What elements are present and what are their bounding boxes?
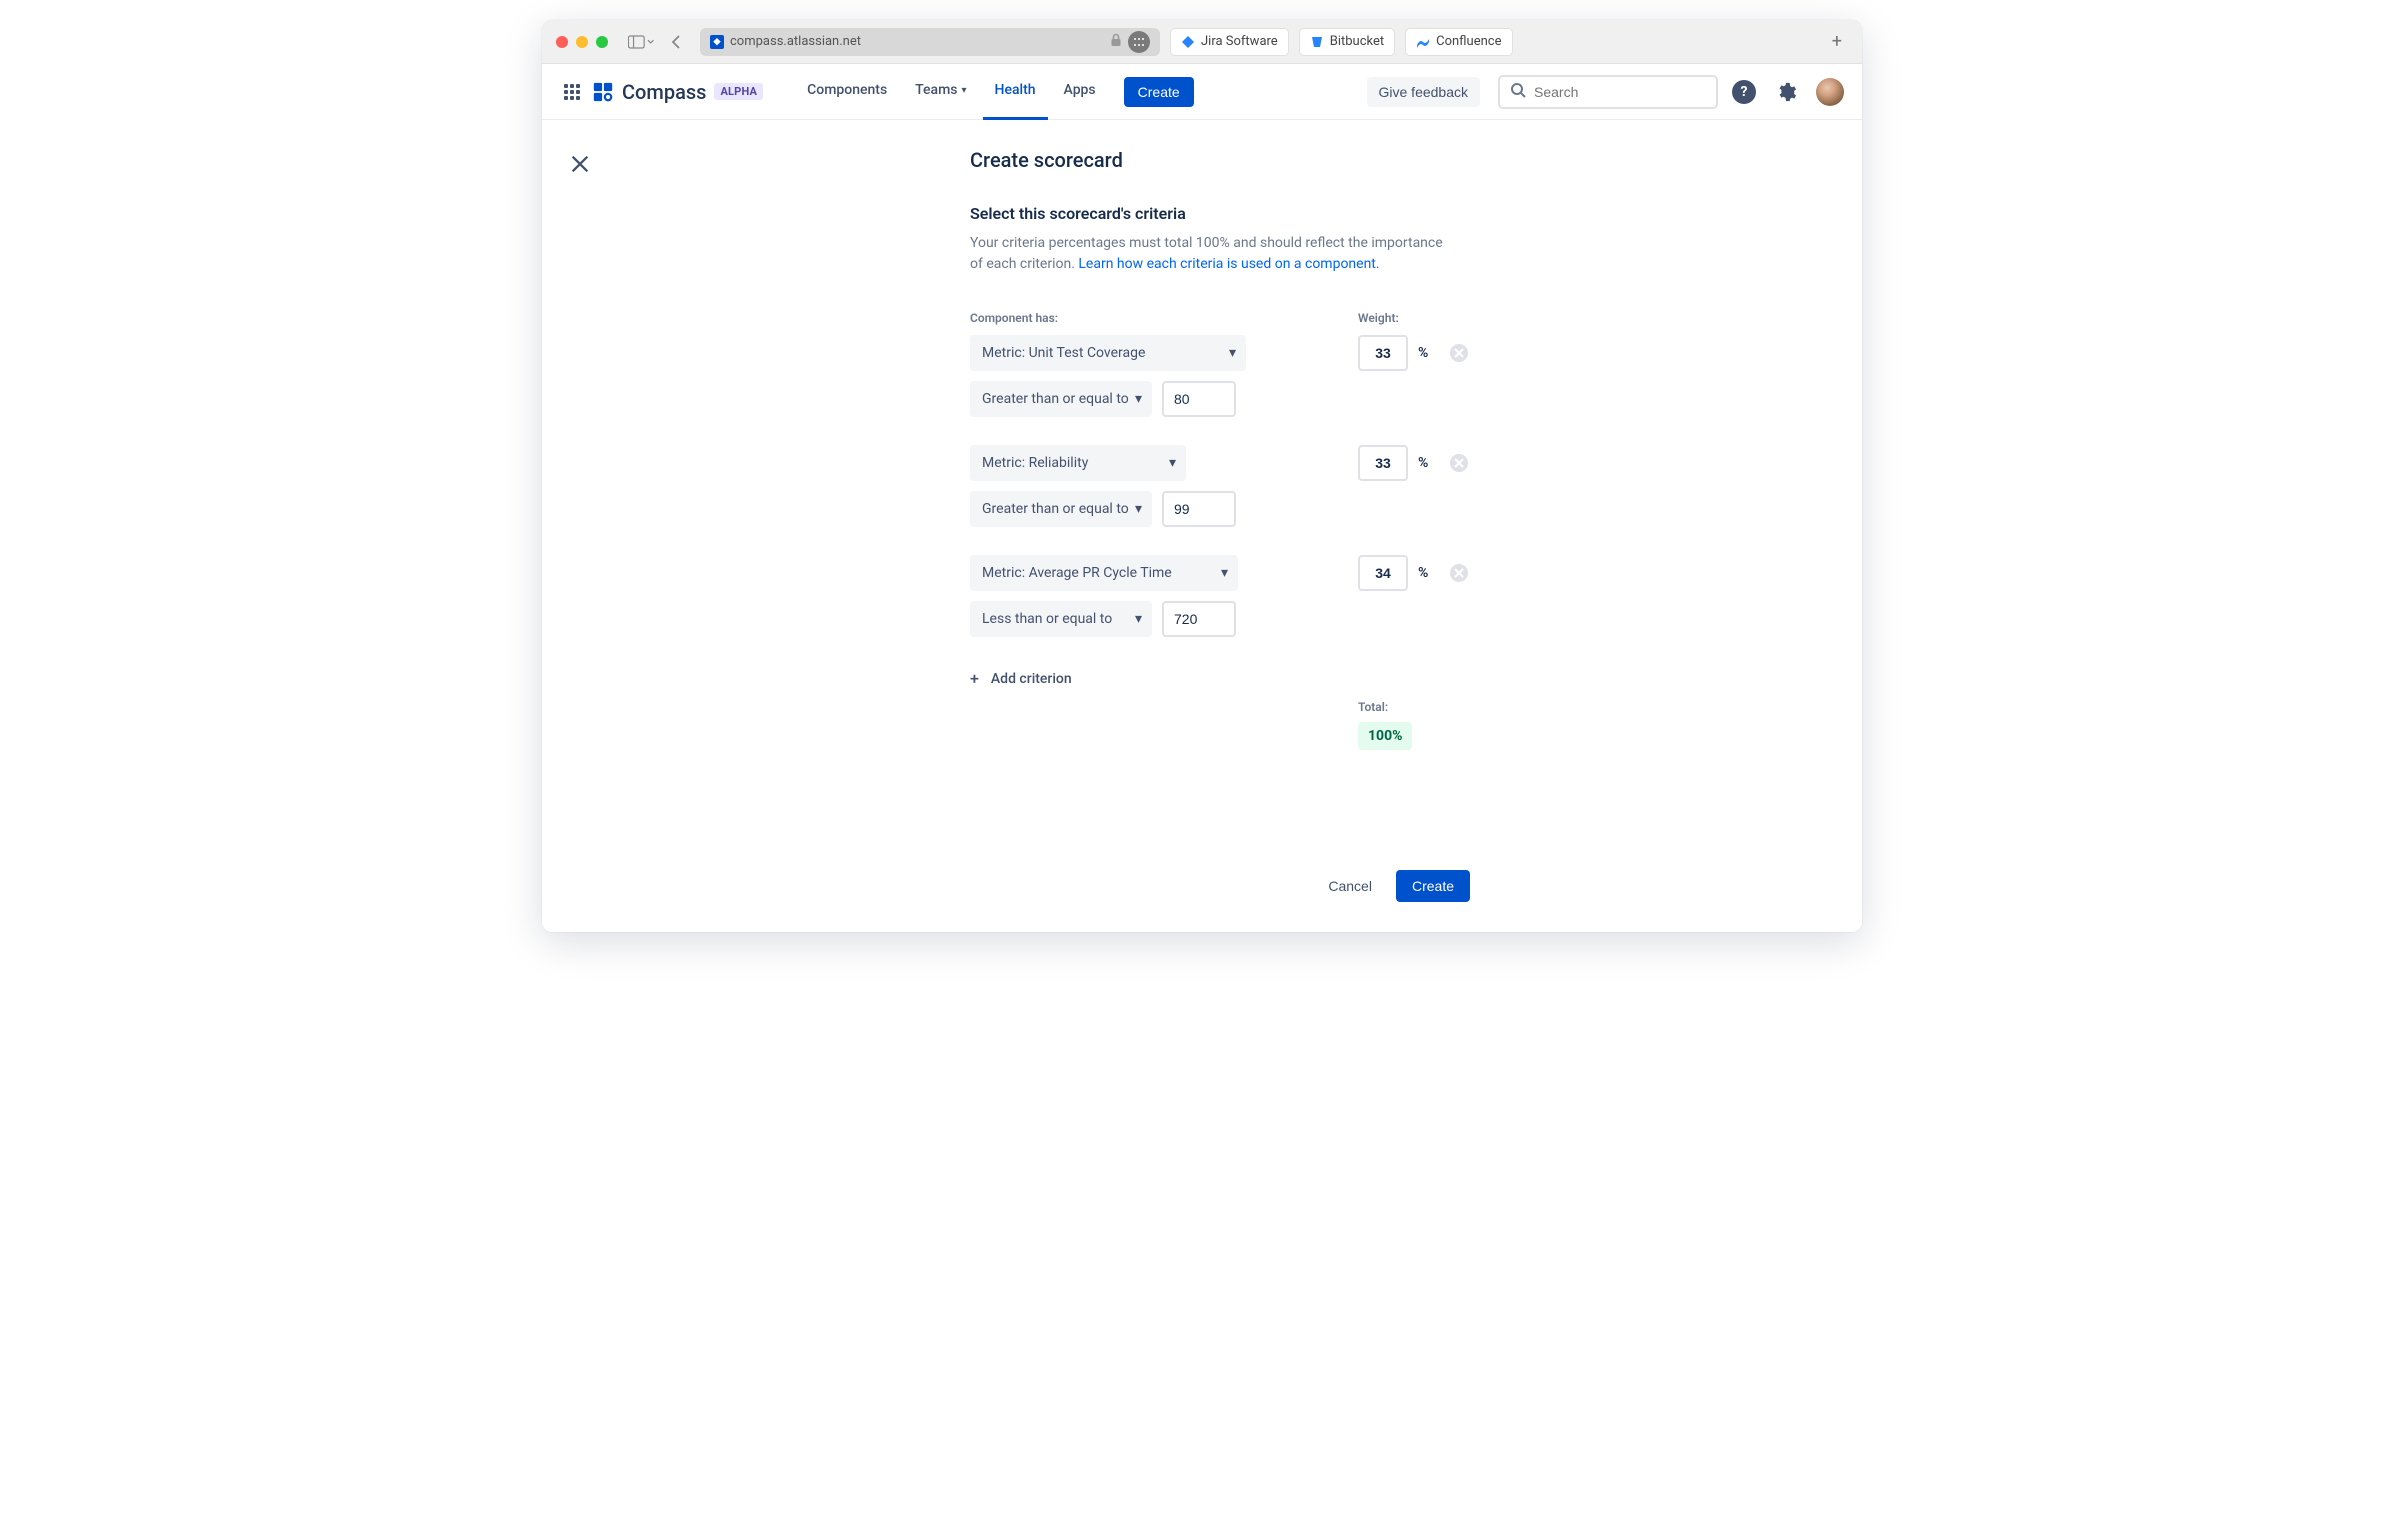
chevron-down-icon: ▾ [1229,345,1236,361]
percent-symbol: % [1418,455,1428,471]
window-controls [556,36,608,48]
add-criterion-label: Add criterion [991,671,1072,687]
search-input[interactable] [1534,84,1715,100]
favorite-confluence[interactable]: Confluence [1405,28,1512,56]
percent-symbol: % [1418,565,1428,581]
settings-icon[interactable] [1770,76,1802,108]
lock-icon [1110,32,1122,51]
percent-symbol: % [1418,345,1428,361]
maximize-window-icon[interactable] [596,36,608,48]
weight-input[interactable] [1358,445,1408,481]
nav-health[interactable]: Health [983,64,1048,120]
nav-teams[interactable]: Teams ▾ [903,64,978,120]
chevron-down-icon: ▾ [1169,455,1176,471]
component-has-label: Component has: [970,311,1358,325]
operator-value: Greater than or equal to [982,501,1129,517]
form-footer: Cancel Create [970,870,1470,902]
nav-label: Components [807,82,887,98]
chevron-down-icon: ▾ [1135,391,1142,407]
nav-label: Teams [915,82,957,98]
give-feedback-button[interactable]: Give feedback [1367,77,1481,107]
create-button[interactable]: Create [1124,77,1194,107]
threshold-input[interactable] [1162,381,1236,417]
nav-label: Health [995,82,1036,98]
address-bar[interactable]: ◆ compass.atlassian.net [700,28,1160,56]
weight-input[interactable] [1358,335,1408,371]
back-button[interactable] [664,31,690,53]
favorite-label: Confluence [1436,34,1501,49]
add-criterion-button[interactable]: + Add criterion [970,665,1510,692]
jira-icon [1181,35,1195,49]
chevron-down-icon: ▾ [1135,501,1142,517]
metric-select[interactable]: Metric: Unit Test Coverage ▾ [970,335,1246,371]
learn-more-link[interactable]: Learn how each criteria is used on a com… [1078,256,1379,272]
total-block: Total: 100% [1358,700,1510,750]
browser-toolbar: ◆ compass.atlassian.net Jira Software Bi… [542,20,1862,64]
alpha-badge: ALPHA [714,83,763,100]
criterion-row: Metric: Average PR Cycle Time ▾ % Less t… [970,555,1510,637]
metric-value: Metric: Average PR Cycle Time [982,565,1172,581]
bitbucket-icon [1310,35,1324,49]
search-box[interactable] [1498,75,1718,109]
cancel-button[interactable]: Cancel [1316,870,1384,902]
section-description: Your criteria percentages must total 100… [970,233,1450,275]
chevron-down-icon: ▾ [1221,565,1228,581]
favorite-bitbucket[interactable]: Bitbucket [1299,28,1395,56]
operator-select[interactable]: Less than or equal to ▾ [970,601,1152,637]
nav-label: Apps [1064,82,1096,98]
total-label: Total: [1358,700,1510,714]
site-favicon: ◆ [710,35,724,49]
product-name: Compass [622,80,706,104]
app-body: Create scorecard Select this scorecard's… [542,120,1862,932]
metric-value: Metric: Reliability [982,455,1088,471]
favorite-label: Bitbucket [1330,34,1384,49]
new-tab-button[interactable]: + [1826,31,1848,52]
submit-create-button[interactable]: Create [1396,870,1470,902]
close-panel-button[interactable] [560,144,600,184]
operator-select[interactable]: Greater than or equal to ▾ [970,491,1152,527]
chevron-down-icon: ▾ [962,85,967,96]
metric-select[interactable]: Metric: Reliability ▾ [970,445,1186,481]
product-logo[interactable]: Compass ALPHA [592,80,763,104]
compass-logo-icon [592,81,614,103]
remove-criterion-button[interactable] [1450,564,1468,582]
app-header: Compass ALPHA Components Teams ▾ Health A… [542,64,1862,120]
user-avatar[interactable] [1816,78,1844,106]
create-scorecard-form: Create scorecard Select this scorecard's… [970,148,1510,932]
operator-select[interactable]: Greater than or equal to ▾ [970,381,1152,417]
search-icon [1510,82,1526,102]
weight-input[interactable] [1358,555,1408,591]
criterion-row: Metric: Reliability ▾ % Greater than or … [970,445,1510,527]
total-value: 100% [1358,722,1412,750]
weight-label: Weight: [1358,311,1399,325]
minimize-window-icon[interactable] [576,36,588,48]
confluence-icon [1416,35,1430,49]
primary-nav: Components Teams ▾ Health Apps [795,64,1108,120]
column-labels: Component has: Weight: [970,311,1510,325]
operator-value: Greater than or equal to [982,391,1129,407]
section-title: Select this scorecard's criteria [970,204,1510,223]
chevron-down-icon: ▾ [1135,611,1142,627]
app-switcher-icon[interactable] [560,80,584,104]
operator-value: Less than or equal to [982,611,1112,627]
remove-criterion-button[interactable] [1450,344,1468,362]
url-text: compass.atlassian.net [730,34,1104,49]
favorite-label: Jira Software [1201,34,1278,49]
criterion-row: Metric: Unit Test Coverage ▾ % Greater t… [970,335,1510,417]
remove-criterion-button[interactable] [1450,454,1468,472]
reader-mode-icon[interactable] [1128,31,1150,53]
browser-window: ◆ compass.atlassian.net Jira Software Bi… [542,20,1862,932]
metric-value: Metric: Unit Test Coverage [982,345,1145,361]
nav-components[interactable]: Components [795,64,899,120]
favorite-jira[interactable]: Jira Software [1170,28,1289,56]
nav-apps[interactable]: Apps [1052,64,1108,120]
sidebar-toggle-button[interactable] [628,31,654,53]
close-window-icon[interactable] [556,36,568,48]
threshold-input[interactable] [1162,491,1236,527]
plus-icon: + [970,669,979,688]
metric-select[interactable]: Metric: Average PR Cycle Time ▾ [970,555,1238,591]
help-icon[interactable]: ? [1732,80,1756,104]
threshold-input[interactable] [1162,601,1236,637]
page-title: Create scorecard [970,148,1510,172]
